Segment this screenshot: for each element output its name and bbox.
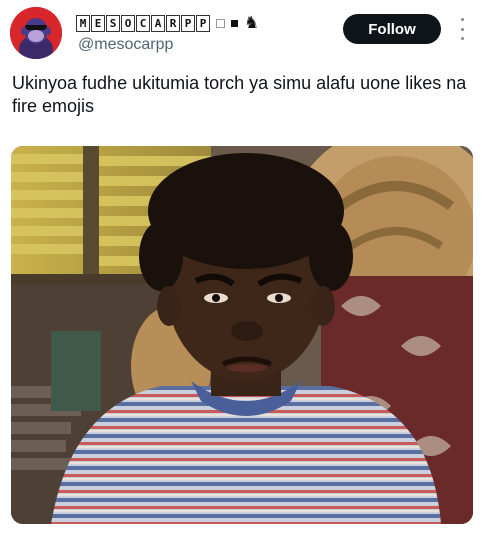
dot — [460, 18, 464, 21]
name-letter: P — [196, 14, 210, 32]
tweet-media-photo[interactable] — [11, 146, 473, 524]
name-letter: E — [91, 14, 105, 32]
name-letter: C — [136, 14, 150, 32]
author-avatar[interactable] — [10, 7, 62, 59]
name-letter: O — [121, 14, 135, 32]
tweet-text: Ukinyoa fudhe ukitumia torch ya simu ala… — [12, 73, 467, 116]
name-letter: R — [166, 14, 180, 32]
meme-photo-icon — [11, 146, 473, 524]
outline-square-icon — [216, 18, 225, 28]
ape-avatar-icon — [10, 7, 62, 59]
name-letter: S — [106, 14, 120, 32]
name-letter: M — [76, 14, 90, 32]
name-letter: P — [181, 14, 195, 32]
name-letter: A — [151, 14, 165, 32]
author-handle[interactable]: @mesocarpp — [78, 36, 173, 54]
follow-button[interactable]: Follow — [343, 14, 441, 44]
more-options-icon[interactable] — [455, 18, 469, 40]
dot — [460, 27, 464, 31]
author-name-row[interactable]: M E S O C A R P P ♞ — [76, 13, 259, 33]
dot — [460, 37, 464, 40]
filled-square-icon — [231, 19, 238, 27]
goat-icon: ♞ — [244, 13, 260, 32]
author-display-name[interactable]: M E S O C A R P P — [76, 14, 210, 32]
